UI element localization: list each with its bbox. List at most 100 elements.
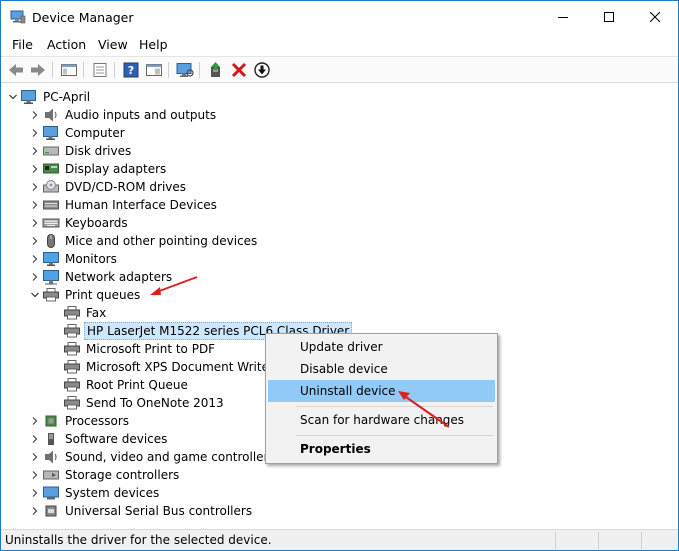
back-button[interactable]: [6, 60, 26, 80]
chevron-right-icon[interactable]: [28, 124, 42, 142]
tree-category-computer[interactable]: Computer: [28, 124, 127, 142]
tree-category-sound-video-and-game-controllers[interactable]: Sound, video and game controllers: [28, 448, 277, 466]
chevron-right-icon[interactable]: [28, 178, 42, 196]
mouse-icon: [42, 232, 60, 250]
tree-category-storage-controllers[interactable]: Storage controllers: [28, 466, 181, 484]
tree-category-print-queues[interactable]: Print queues: [28, 286, 142, 304]
chevron-right-icon[interactable]: [28, 502, 42, 520]
menu-bar: File Action View Help: [1, 34, 678, 54]
status-bar: Uninstalls the driver for the selected d…: [1, 529, 678, 550]
monitor-icon: [42, 250, 60, 268]
printer-icon: [63, 322, 81, 340]
computer-icon: [20, 88, 38, 106]
update-driver-icon: [211, 62, 220, 77]
help-icon: ?: [123, 62, 139, 78]
toolbar: ?: [1, 56, 678, 83]
print-queue-item[interactable]: Root Print Queue: [63, 376, 190, 394]
print-queue-item[interactable]: Send To OneNote 2013: [63, 394, 226, 412]
menu-view[interactable]: View: [98, 37, 128, 52]
device-manager-window: Device Manager File Action View Help ? P…: [0, 0, 679, 551]
print-queue-item[interactable]: Microsoft Print to PDF: [63, 340, 217, 358]
chevron-down-icon[interactable]: [28, 286, 42, 304]
tree-category-label: Mice and other pointing devices: [65, 234, 258, 248]
menu-disable-device[interactable]: Disable device: [268, 358, 495, 380]
network-adapter-icon: [42, 268, 60, 286]
tree-category-label: DVD/CD-ROM drives: [65, 180, 187, 194]
menu-action[interactable]: Action: [47, 37, 86, 52]
tree-category-system-devices[interactable]: System devices: [28, 484, 161, 502]
menu-separator: [296, 435, 493, 436]
tree-category-processors[interactable]: Processors: [28, 412, 131, 430]
forward-arrow-icon: [31, 64, 45, 76]
print-queue-item[interactable]: Microsoft XPS Document Writer: [63, 358, 276, 376]
help-button[interactable]: ?: [121, 60, 141, 80]
device-manager-app-icon: [10, 10, 26, 24]
action-pane-button[interactable]: [144, 60, 164, 80]
tree-category-software-devices[interactable]: Software devices: [28, 430, 169, 448]
printer-icon: [63, 340, 81, 358]
chevron-right-icon[interactable]: [28, 412, 42, 430]
print-queue-label: Microsoft Print to PDF: [86, 342, 216, 356]
disk-drive-icon: [42, 142, 60, 160]
scan-hardware-button[interactable]: [175, 60, 195, 80]
tree-category-label: Universal Serial Bus controllers: [65, 504, 253, 518]
chevron-right-icon[interactable]: [28, 142, 42, 160]
chevron-right-icon[interactable]: [28, 448, 42, 466]
tree-root[interactable]: PC-April: [6, 88, 92, 106]
tree-category-monitors[interactable]: Monitors: [28, 250, 119, 268]
tree-category-human-interface-devices[interactable]: Human Interface Devices: [28, 196, 219, 214]
tree-category-display-adapters[interactable]: Display adapters: [28, 160, 168, 178]
tree-category-disk-drives[interactable]: Disk drives: [28, 142, 133, 160]
chevron-right-icon[interactable]: [28, 430, 42, 448]
tree-category-keyboards[interactable]: Keyboards: [28, 214, 130, 232]
system-device-icon: [42, 484, 60, 502]
maximize-button[interactable]: [586, 1, 632, 33]
printer-icon: [63, 394, 81, 412]
menu-help[interactable]: Help: [139, 37, 168, 52]
chevron-right-icon[interactable]: [28, 232, 42, 250]
tree-category-mice-and-other-pointing-devices[interactable]: Mice and other pointing devices: [28, 232, 259, 250]
tree-category-label: Monitors: [65, 252, 117, 266]
processor-icon: [42, 412, 60, 430]
menu-properties[interactable]: Properties: [268, 438, 495, 460]
tree-category-label: Software devices: [65, 432, 168, 446]
display-adapter-icon: [42, 160, 60, 178]
update-driver-button[interactable]: [206, 60, 226, 80]
print-queue-label: Microsoft XPS Document Writer: [86, 360, 274, 374]
chevron-right-icon[interactable]: [28, 196, 42, 214]
close-button[interactable]: [632, 1, 678, 33]
minimize-button[interactable]: [540, 1, 586, 33]
chevron-down-icon[interactable]: [6, 88, 20, 106]
tree-category-dvd-cd-rom-drives[interactable]: DVD/CD-ROM drives: [28, 178, 188, 196]
chevron-right-icon[interactable]: [28, 466, 42, 484]
chevron-right-icon[interactable]: [28, 268, 42, 286]
menu-update-driver[interactable]: Update driver: [268, 336, 495, 358]
status-text: Uninstalls the driver for the selected d…: [5, 533, 272, 547]
print-queue-item[interactable]: Fax: [63, 304, 108, 322]
menu-file[interactable]: File: [12, 37, 33, 52]
chevron-right-icon[interactable]: [28, 106, 42, 124]
chevron-right-icon[interactable]: [28, 214, 42, 232]
tree-category-label: Computer: [65, 126, 125, 140]
chevron-right-icon[interactable]: [28, 160, 42, 178]
menu-scan-hardware[interactable]: Scan for hardware changes: [268, 409, 495, 431]
chevron-right-icon[interactable]: [28, 484, 42, 502]
tree-category-label: Keyboards: [65, 216, 128, 230]
scan-hardware-icon: [176, 63, 194, 77]
title-bar[interactable]: Device Manager: [1, 1, 678, 33]
tree-category-audio-inputs-and-outputs[interactable]: Audio inputs and outputs: [28, 106, 218, 124]
sound-controller-icon: [42, 448, 60, 466]
console-tree-button[interactable]: [59, 60, 79, 80]
uninstall-button[interactable]: [229, 60, 249, 80]
tree-category-network-adapters[interactable]: Network adapters: [28, 268, 174, 286]
properties-button[interactable]: [90, 60, 110, 80]
forward-button[interactable]: [28, 60, 48, 80]
show-hide-console-tree-icon: [61, 64, 77, 76]
disable-device-button[interactable]: [252, 60, 272, 80]
menu-uninstall-device[interactable]: Uninstall device: [268, 380, 495, 402]
printer-icon: [42, 286, 60, 304]
tree-category-universal-serial-bus-controllers[interactable]: Universal Serial Bus controllers: [28, 502, 254, 520]
tree-category-label: Processors: [65, 414, 130, 428]
chevron-right-icon[interactable]: [28, 250, 42, 268]
printer-icon: [63, 304, 81, 322]
